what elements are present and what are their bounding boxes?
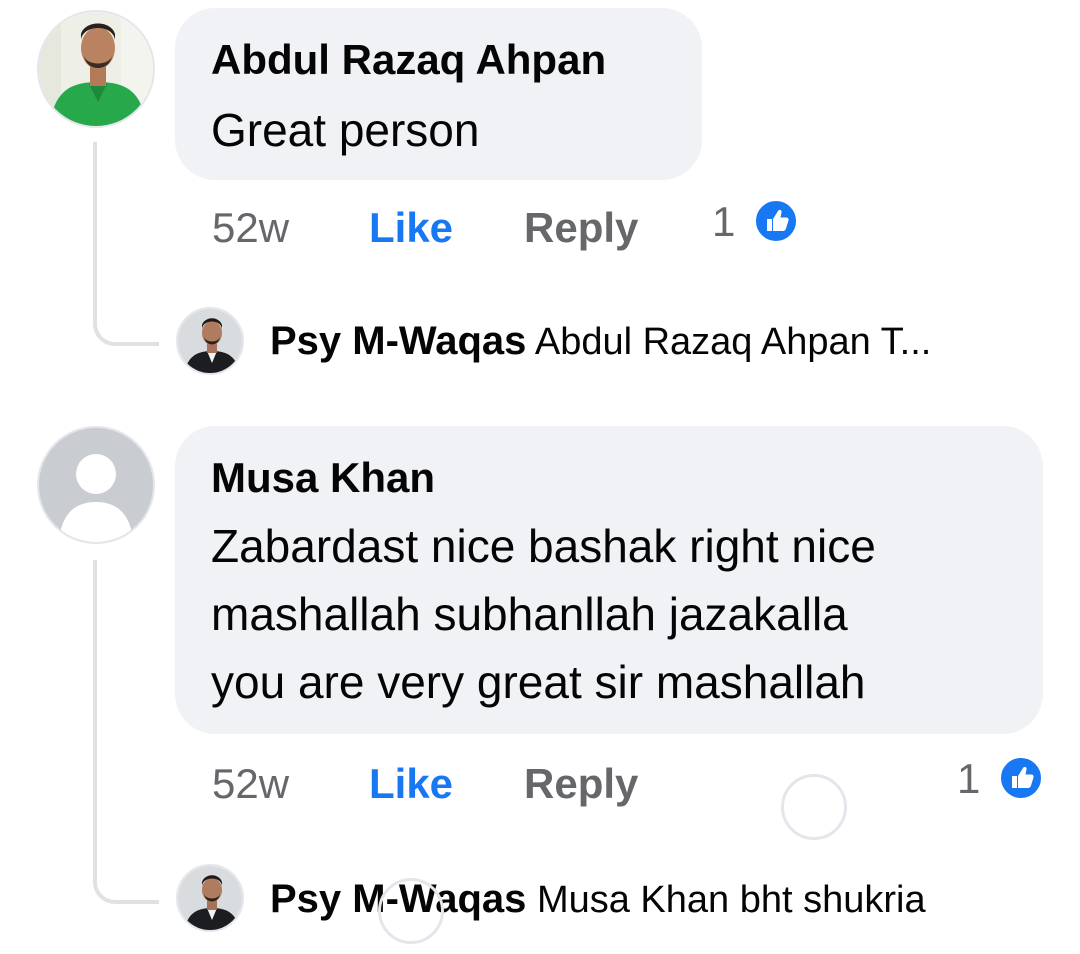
comment-text: Great person [211,104,480,156]
reply-author[interactable]: Psy M-Waqas [270,319,526,363]
reply-text: Abdul Razaq Ahpan T... [534,321,932,363]
profile-photo-icon [39,12,153,126]
avatar[interactable] [37,10,155,128]
comment-author[interactable]: Abdul Razaq Ahpan [211,36,606,84]
comment-text-line: Zabardast nice bashak right nice [211,520,876,572]
like-button[interactable]: Like [369,204,453,252]
touch-indicator [781,774,847,840]
comment-timestamp[interactable]: 52w [212,760,289,808]
comment-text-line: mashallah subhanllah jazakalla [211,588,848,640]
comment-author[interactable]: Musa Khan [211,454,435,502]
avatar[interactable] [37,426,155,544]
thread-line [93,142,159,346]
reply-text: Musa Khan bht shukria [536,879,926,921]
profile-photo-icon [178,866,242,930]
thumb-glyph-icon [1012,766,1034,788]
like-thumb-icon[interactable] [998,755,1044,801]
reply-button[interactable]: Reply [524,760,638,808]
thumb-glyph-icon [767,209,789,231]
thread-line [93,560,159,904]
reaction-count[interactable]: 1 [712,198,735,246]
like-thumb-icon[interactable] [753,198,799,244]
profile-photo-icon [178,309,242,373]
reply-preview[interactable]: Psy M-Waqas Musa Khan bht shukria [270,877,926,922]
default-profile-icon [59,454,133,542]
like-button[interactable]: Like [369,760,453,808]
reply-avatar[interactable] [176,307,244,375]
reply-button[interactable]: Reply [524,204,638,252]
touch-indicator [378,878,444,944]
comment-timestamp[interactable]: 52w [212,204,289,252]
comment-text-line: you are very great sir mashallah [211,656,866,708]
reply-avatar[interactable] [176,864,244,932]
reaction-count[interactable]: 1 [957,755,980,803]
reply-preview[interactable]: Psy M-Waqas Abdul Razaq Ahpan T... [270,319,931,364]
